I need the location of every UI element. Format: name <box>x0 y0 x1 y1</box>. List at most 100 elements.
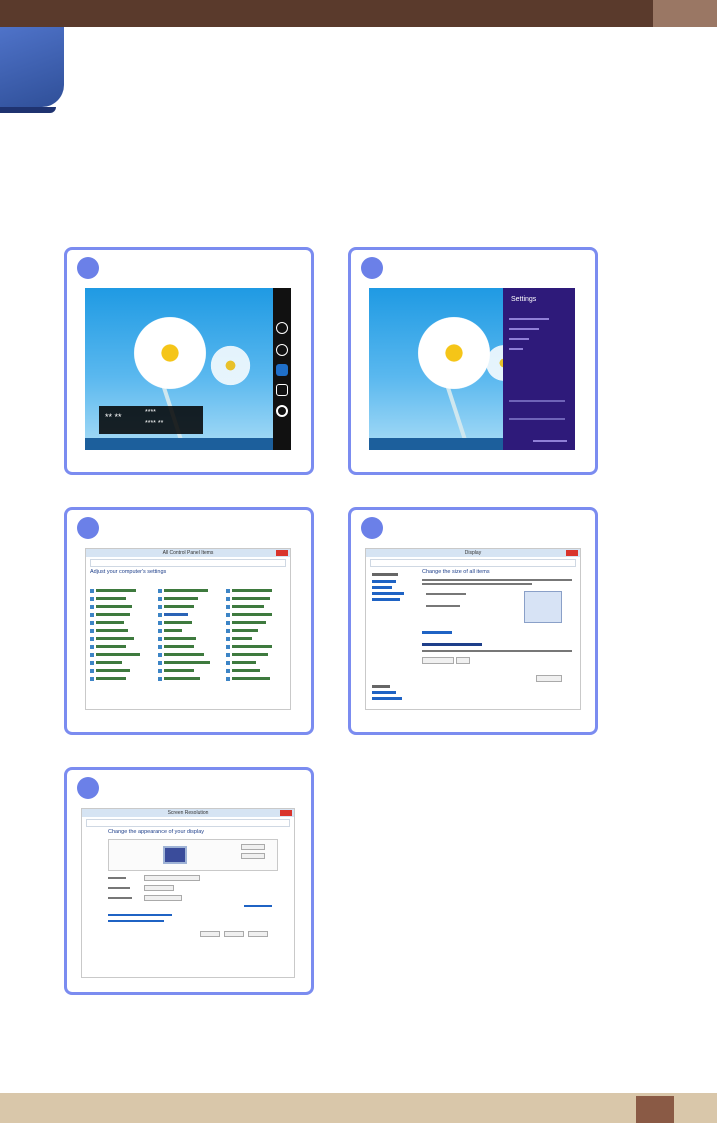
sidebar-link[interactable] <box>372 580 396 583</box>
flower-image <box>125 308 215 398</box>
ok-button[interactable] <box>200 931 220 937</box>
step-marker-2 <box>361 257 383 279</box>
cp-item[interactable] <box>164 589 208 592</box>
cp-item[interactable] <box>164 637 196 640</box>
apply-button[interactable] <box>248 931 268 937</box>
cp-item[interactable] <box>164 677 200 680</box>
cp-item[interactable] <box>164 597 198 600</box>
cp-item[interactable] <box>96 605 132 608</box>
close-button[interactable] <box>280 810 292 816</box>
cp-item[interactable] <box>232 613 272 616</box>
page-number-box <box>636 1096 674 1123</box>
change-pc-settings-link[interactable] <box>533 440 567 442</box>
cp-item[interactable] <box>232 677 270 680</box>
display-dropdown[interactable] <box>144 875 200 881</box>
cp-item[interactable] <box>164 605 194 608</box>
cp-item[interactable] <box>232 629 258 632</box>
window-title: Screen Resolution <box>167 810 209 816</box>
monitor-1-icon[interactable] <box>163 846 187 864</box>
custom-sizing-link[interactable] <box>422 631 452 634</box>
taskbar <box>85 438 291 450</box>
devices-icon[interactable] <box>276 384 288 396</box>
cp-item[interactable] <box>232 645 272 648</box>
radio-medium[interactable] <box>426 605 460 607</box>
resolution-dropdown[interactable] <box>144 885 174 891</box>
devices-printers-link[interactable] <box>372 697 402 700</box>
address-bar[interactable] <box>86 819 290 827</box>
apply-button[interactable] <box>536 675 562 682</box>
cp-item[interactable] <box>96 621 124 624</box>
cp-item[interactable] <box>96 637 134 640</box>
cp-item[interactable] <box>96 661 122 664</box>
item-dropdown[interactable] <box>422 657 454 664</box>
address-bar[interactable] <box>90 559 286 567</box>
cp-item[interactable] <box>164 653 204 656</box>
orientation-label <box>108 897 132 899</box>
cancel-button[interactable] <box>224 931 244 937</box>
monitor-preview-area <box>108 839 278 871</box>
display-settings-help-link[interactable] <box>108 920 164 922</box>
size-dropdown[interactable] <box>456 657 470 664</box>
settings-pane: Settings <box>503 288 575 450</box>
cp-item[interactable] <box>96 653 140 656</box>
sidebar-link[interactable] <box>372 586 392 589</box>
cp-item[interactable] <box>232 597 270 600</box>
close-button[interactable] <box>566 550 578 556</box>
cp-item[interactable] <box>232 669 260 672</box>
cp-item[interactable] <box>232 661 256 664</box>
settings-quick-icons-row2[interactable] <box>509 418 565 420</box>
cp-item[interactable] <box>96 629 128 632</box>
cp-item[interactable] <box>96 597 126 600</box>
cp-item[interactable] <box>164 661 210 664</box>
cp-item[interactable] <box>232 605 264 608</box>
clock-overlay: ** ** **** **** ** <box>99 406 203 434</box>
start-icon[interactable] <box>276 364 288 376</box>
cp-item[interactable] <box>164 645 194 648</box>
close-button[interactable] <box>276 550 288 556</box>
window-title: All Control Panel Items <box>162 550 214 556</box>
charms-bar <box>273 288 291 450</box>
header-bar <box>0 0 717 27</box>
cp-item[interactable] <box>232 653 268 656</box>
step-panel-4: Display Change the size of all items <box>348 507 598 735</box>
step-panel-1: ** ** **** **** ** <box>64 247 314 475</box>
step-marker-4 <box>361 517 383 539</box>
window-title-bar: Screen Resolution <box>82 809 294 817</box>
search-icon[interactable] <box>276 322 288 334</box>
sidebar-link[interactable] <box>372 573 398 576</box>
cp-item[interactable] <box>96 669 130 672</box>
radio-smaller[interactable] <box>426 593 466 595</box>
sidebar-link[interactable] <box>372 592 404 595</box>
address-bar[interactable] <box>370 559 576 567</box>
footer-bar <box>0 1093 717 1123</box>
settings-item-pc-info[interactable] <box>509 338 529 340</box>
orientation-dropdown[interactable] <box>144 895 182 901</box>
cp-item[interactable] <box>164 621 192 624</box>
resolution-label <box>108 887 130 889</box>
settings-quick-icons[interactable] <box>509 400 565 402</box>
settings-item-help[interactable] <box>509 348 523 350</box>
sidebar-link[interactable] <box>372 598 400 601</box>
text-size-link[interactable] <box>108 914 172 916</box>
cp-item[interactable] <box>232 589 272 592</box>
settings-item-control-panel[interactable] <box>509 318 549 320</box>
cp-item[interactable] <box>96 677 126 680</box>
advanced-settings-link[interactable] <box>244 905 272 907</box>
cp-item[interactable] <box>164 669 194 672</box>
screenshot-screen-resolution: Screen Resolution Change the appearance … <box>81 808 295 978</box>
settings-icon[interactable] <box>276 405 288 417</box>
step-panel-2: Settings <box>348 247 598 475</box>
identify-button[interactable] <box>241 853 265 859</box>
settings-item-personalization[interactable] <box>509 328 539 330</box>
share-icon[interactable] <box>276 344 288 356</box>
cp-item[interactable] <box>96 613 130 616</box>
cp-item-display[interactable] <box>164 613 188 616</box>
cp-item[interactable] <box>96 645 126 648</box>
cp-item[interactable] <box>232 637 252 640</box>
cp-item[interactable] <box>164 629 182 632</box>
detect-button[interactable] <box>241 844 265 850</box>
cp-item[interactable] <box>96 589 136 592</box>
cp-item[interactable] <box>232 621 266 624</box>
personalization-link[interactable] <box>372 691 396 694</box>
section-heading: Change the appearance of your display <box>108 829 205 835</box>
